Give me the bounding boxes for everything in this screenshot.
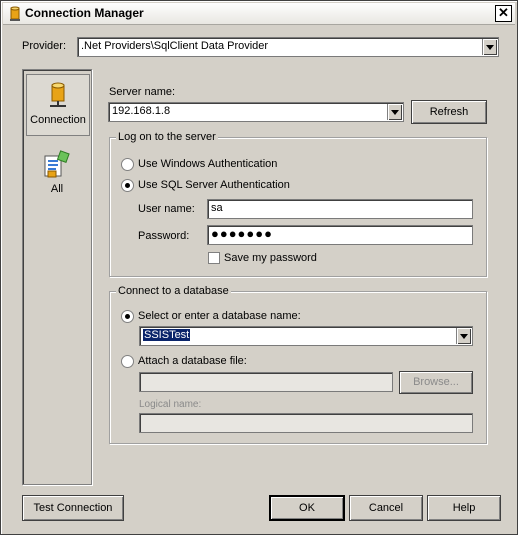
chevron-down-icon[interactable] (387, 104, 402, 120)
provider-value: .Net Providers\SqlClient Data Provider (81, 40, 269, 52)
windows-auth-radio[interactable] (121, 158, 134, 171)
connection-manager-window: Connection Manager ✕ Provider: .Net Prov… (0, 0, 518, 535)
database-name-combo[interactable]: SSISTest (139, 326, 473, 346)
database-server-icon (50, 82, 66, 107)
save-password-checkbox[interactable] (208, 252, 220, 264)
password-field[interactable]: ●●●●●●● (207, 225, 473, 245)
provider-label: Provider: (22, 40, 67, 52)
database-group-title: Connect to a database (116, 285, 231, 297)
select-database-label[interactable]: Select or enter a database name: (138, 310, 301, 322)
username-value: sa (211, 202, 223, 214)
server-name-value: 192.168.1.8 (112, 105, 171, 117)
page-list: Connection All (22, 69, 92, 485)
close-icon: ✕ (498, 5, 509, 20)
attach-file-label[interactable]: Attach a database file: (138, 355, 247, 367)
test-connection-button[interactable]: Test Connection (22, 495, 124, 521)
ok-button[interactable]: OK (269, 495, 345, 521)
window-title: Connection Manager (25, 6, 144, 20)
attach-file-field[interactable] (139, 372, 393, 392)
attach-file-radio[interactable] (121, 355, 134, 368)
database-icon (10, 6, 20, 21)
logical-name-field[interactable] (139, 413, 473, 433)
logon-group-title: Log on to the server (116, 131, 218, 143)
password-label: Password: (138, 230, 190, 242)
password-value: ●●●●●●● (211, 226, 273, 241)
page-item-connection[interactable]: Connection (26, 74, 90, 136)
provider-combo[interactable]: .Net Providers\SqlClient Data Provider (77, 37, 499, 57)
page-item-all[interactable]: All (26, 150, 88, 204)
username-field[interactable]: sa (207, 199, 473, 219)
properties-icon (44, 150, 70, 178)
browse-button-label: Browse... (413, 376, 459, 388)
chevron-down-icon[interactable] (482, 39, 497, 55)
sql-auth-radio[interactable] (121, 179, 134, 192)
title-bar[interactable]: Connection Manager ✕ (3, 3, 515, 25)
page-item-label: Connection (30, 114, 86, 126)
select-database-radio[interactable] (121, 310, 134, 323)
windows-auth-label[interactable]: Use Windows Authentication (138, 158, 277, 170)
save-password-label[interactable]: Save my password (224, 252, 317, 264)
server-name-combo[interactable]: 192.168.1.8 (108, 102, 404, 122)
page-item-label: All (50, 183, 64, 195)
browse-button[interactable]: Browse... (399, 371, 473, 394)
server-name-label: Server name: (109, 86, 176, 98)
username-label: User name: (138, 203, 195, 215)
close-button[interactable]: ✕ (495, 5, 512, 22)
logical-name-label: Logical name: (139, 399, 202, 410)
sql-auth-label[interactable]: Use SQL Server Authentication (138, 179, 290, 191)
cancel-button[interactable]: Cancel (349, 495, 423, 521)
refresh-button[interactable]: Refresh (411, 100, 487, 124)
database-name-value: SSISTest (143, 329, 191, 341)
help-button[interactable]: Help (427, 495, 501, 521)
chevron-down-icon[interactable] (456, 328, 471, 344)
